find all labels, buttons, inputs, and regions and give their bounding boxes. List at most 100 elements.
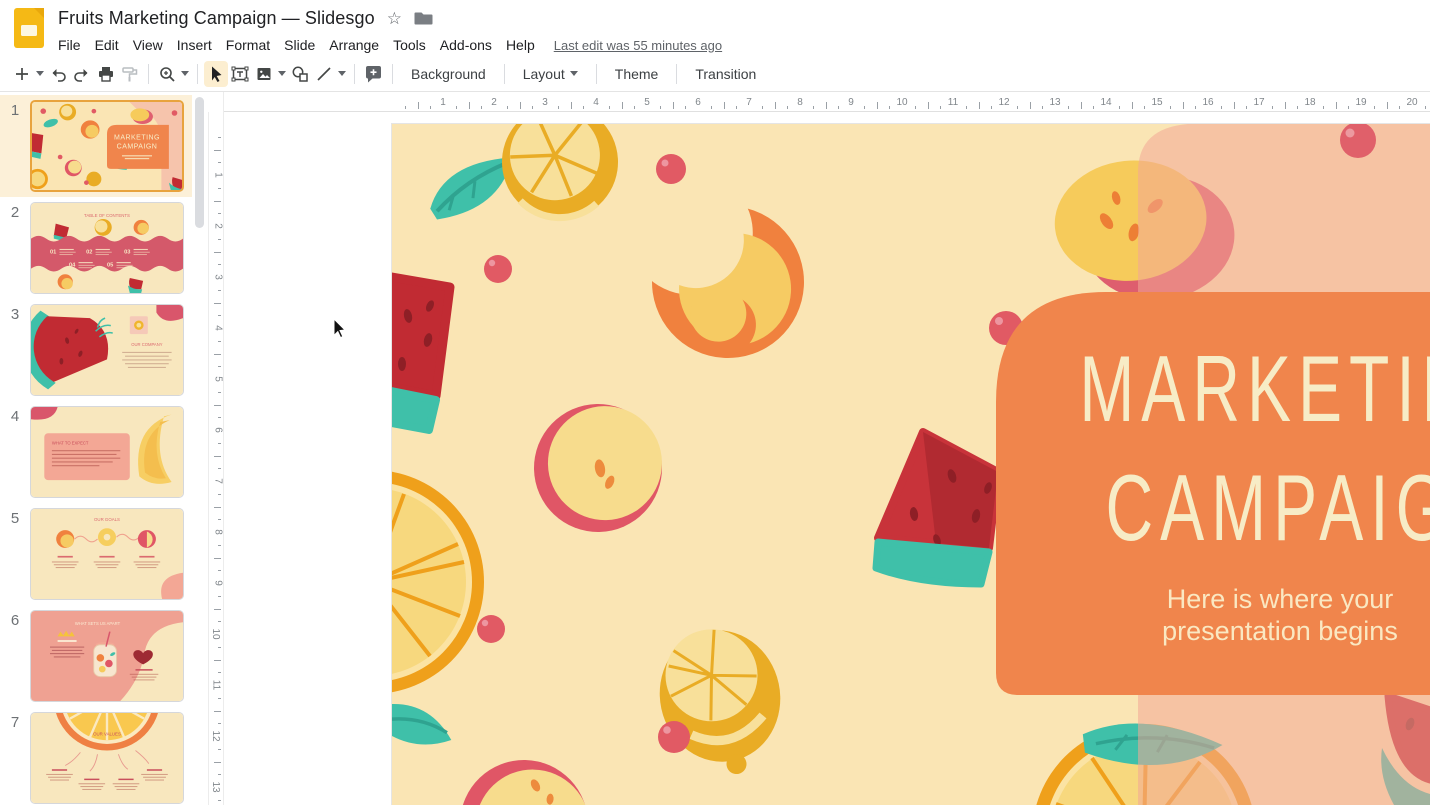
menu-view[interactable]: View (126, 34, 170, 56)
slide-6-preview: WHAT SETS US APART (31, 611, 183, 701)
slide-canvas[interactable]: MARKETING CAMPAIGN Here is where your pr… (392, 124, 1430, 805)
text-box-button[interactable] (228, 61, 252, 87)
slide-3-preview: OUR COMPANY (31, 305, 183, 395)
slide-subtitle-line2[interactable]: presentation begins (1162, 616, 1398, 646)
new-slide-dropdown-icon[interactable] (34, 71, 46, 76)
menu-help[interactable]: Help (499, 34, 542, 56)
slide-filmstrip: 1 MAR (0, 92, 192, 805)
insert-image-button[interactable] (252, 61, 276, 87)
titlebar: Fruits Marketing Campaign — Slidesgo ☆ F… (0, 0, 1430, 56)
google-slides-app: Fruits Marketing Campaign — Slidesgo ☆ F… (0, 0, 1430, 805)
ruler-row: 1234567891011121314151617181920 (208, 92, 1430, 112)
slide-1-preview: MARKETING CAMPAIGN (32, 102, 182, 190)
vruler-number-4: 4 (213, 325, 224, 331)
menu-slide[interactable]: Slide (277, 34, 322, 56)
svg-text:03: 03 (124, 250, 130, 256)
svg-text:MARKETING: MARKETING (114, 135, 160, 142)
menu-edit[interactable]: Edit (88, 34, 126, 56)
slide-number: 4 (0, 406, 30, 498)
hruler-number-13: 13 (1049, 97, 1060, 108)
hruler-number-16: 16 (1202, 97, 1213, 108)
hruler-number-3: 3 (542, 97, 548, 108)
insert-shape-button[interactable] (288, 61, 312, 87)
menu-format[interactable]: Format (219, 34, 277, 56)
slide-thumbnail-2[interactable]: 2 TABLE OF CONTENTS 01 02 03 04 (0, 197, 192, 299)
mouse-cursor-icon (333, 318, 349, 340)
toolbar-separator (197, 64, 198, 84)
hruler-number-17: 17 (1253, 97, 1264, 108)
slide-thumbnail-4[interactable]: 4 WHAT TO EXPECT (0, 401, 192, 503)
slide-thumbnail-3[interactable]: 3 OUR COMPANY (0, 299, 192, 401)
select-tool-button[interactable] (204, 61, 228, 87)
hruler-number-8: 8 (797, 97, 803, 108)
toolbar-separator (504, 64, 505, 84)
menu-arrange[interactable]: Arrange (322, 34, 386, 56)
vruler-number-6: 6 (213, 427, 224, 433)
toolbar-separator (596, 64, 597, 84)
background-button[interactable]: Background (399, 61, 498, 87)
svg-text:OUR COMPANY: OUR COMPANY (131, 342, 162, 347)
hruler-number-15: 15 (1151, 97, 1162, 108)
hruler-number-11: 11 (948, 97, 958, 108)
canvas-row: 12345678910111213 (208, 112, 1430, 805)
transition-button[interactable]: Transition (683, 61, 768, 87)
svg-text:WHAT SETS US APART: WHAT SETS US APART (75, 621, 121, 626)
star-icon[interactable]: ☆ (387, 10, 402, 27)
slide-number: 2 (0, 202, 30, 294)
print-button[interactable] (94, 61, 118, 87)
vruler-number-9: 9 (213, 580, 224, 586)
insert-comment-button[interactable] (361, 61, 386, 87)
slide-thumbnail-5[interactable]: 5 OUR GOALS (0, 503, 192, 605)
image-dropdown-icon[interactable] (276, 71, 288, 76)
slide-number: 1 (0, 100, 30, 192)
ruler-corner (208, 92, 224, 112)
svg-text:OUR VALUES: OUR VALUES (93, 732, 121, 737)
undo-button[interactable] (46, 61, 70, 87)
content: 1 MAR (0, 92, 1430, 805)
vruler-number-13: 13 (210, 781, 221, 792)
slide-thumbnail-1[interactable]: 1 MAR (0, 95, 192, 197)
svg-text:02: 02 (86, 250, 92, 256)
toolbar: Background Layout Theme Transition (0, 56, 1430, 92)
vruler-number-10: 10 (210, 628, 221, 639)
hruler-number-14: 14 (1100, 97, 1111, 108)
hruler-number-10: 10 (896, 97, 907, 108)
hruler-number-5: 5 (644, 97, 650, 108)
insert-line-button[interactable] (312, 61, 336, 87)
hruler-number-9: 9 (848, 97, 854, 108)
layout-button[interactable]: Layout (511, 61, 590, 87)
paint-format-button (118, 61, 142, 87)
last-edit-link[interactable]: Last edit was 55 minutes ago (554, 38, 722, 53)
vruler-number-2: 2 (213, 223, 224, 229)
hruler-number-4: 4 (593, 97, 599, 108)
menu-insert[interactable]: Insert (170, 34, 219, 56)
slide-number: 5 (0, 508, 30, 600)
vruler-number-1: 1 (213, 172, 224, 178)
workspace: MARKETING CAMPAIGN Here is where your pr… (224, 112, 1430, 805)
menu-file[interactable]: File (51, 34, 88, 56)
menu-tools[interactable]: Tools (386, 34, 433, 56)
slide-title-line1[interactable]: MARKETING (1079, 338, 1430, 442)
slide-title-line2[interactable]: CAMPAIGN (1105, 457, 1430, 561)
title-box[interactable]: MARKETING CAMPAIGN Here is where your pr… (996, 292, 1430, 695)
document-title[interactable]: Fruits Marketing Campaign — Slidesgo (58, 8, 375, 29)
slides-logo-icon[interactable] (14, 8, 44, 48)
zoom-button[interactable] (155, 61, 179, 87)
menu-addons[interactable]: Add-ons (433, 34, 499, 56)
line-dropdown-icon[interactable] (336, 71, 348, 76)
menubar: File Edit View Insert Format Slide Arran… (51, 32, 722, 58)
redo-button[interactable] (70, 61, 94, 87)
slide-thumbnail-6[interactable]: 6 WHAT SETS US APART (0, 605, 192, 707)
toolbar-separator (392, 64, 393, 84)
vruler-number-5: 5 (213, 376, 224, 382)
move-folder-icon[interactable] (414, 10, 433, 26)
slide-subtitle-line1[interactable]: Here is where your (1167, 584, 1394, 614)
slide-thumbnail-7[interactable]: 7 OUR VALUES (0, 707, 192, 805)
new-slide-button[interactable] (10, 61, 34, 87)
hruler-number-6: 6 (695, 97, 701, 108)
hruler-number-19: 19 (1355, 97, 1366, 108)
svg-text:WHAT TO EXPECT: WHAT TO EXPECT (52, 441, 89, 446)
scrollbar-thumb[interactable] (195, 97, 204, 228)
zoom-dropdown-icon[interactable] (179, 71, 191, 76)
theme-button[interactable]: Theme (603, 61, 671, 87)
